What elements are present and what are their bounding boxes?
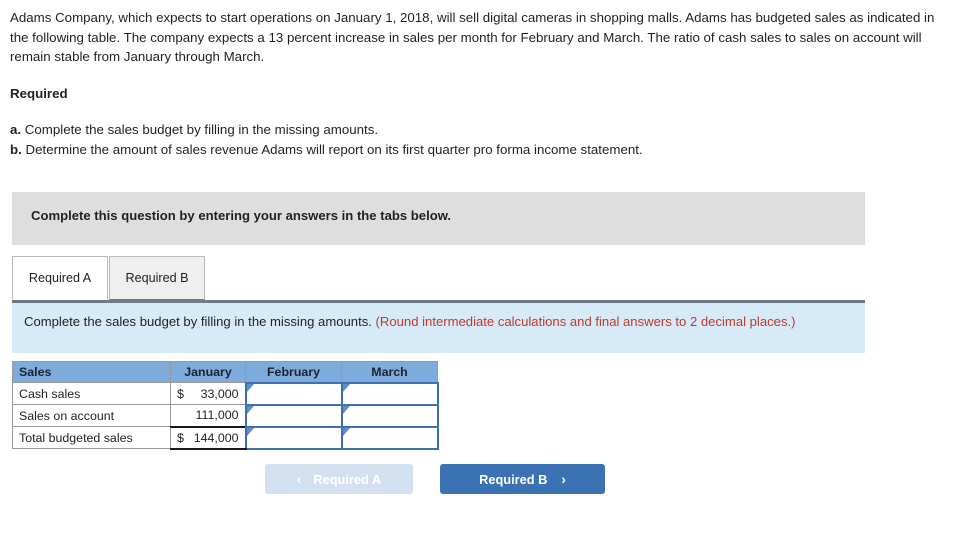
- column-header-sales: Sales: [12, 361, 171, 383]
- comment-flag-icon: [342, 405, 350, 414]
- column-header-january: January: [170, 361, 246, 383]
- required-item-b-marker: b.: [10, 141, 22, 157]
- comment-flag-icon: [246, 427, 254, 436]
- instruction-main: Complete the sales budget by filling in …: [24, 314, 372, 329]
- complete-question-banner: Complete this question by entering your …: [12, 192, 865, 245]
- required-item-a-text: Complete the sales budget by filling in …: [24, 122, 379, 137]
- input-total-budgeted-sales-february[interactable]: [244, 425, 343, 450]
- requirement-tabstrip: Required A Required B: [12, 256, 865, 301]
- question-page: Adams Company, which expects to start op…: [0, 0, 972, 554]
- required-heading: Required: [10, 86, 68, 101]
- table-row: Total budgeted sales $144,000: [12, 425, 439, 450]
- comment-flag-icon: [342, 383, 350, 392]
- chevron-left-icon: ‹: [296, 471, 302, 487]
- previous-requirement-button[interactable]: ‹ Required A: [265, 464, 413, 494]
- cell-cash-sales-january: $33,000: [170, 382, 246, 405]
- row-label-sales-on-account: Sales on account: [12, 404, 171, 427]
- sales-budget-table: Sales January February March Cash sales …: [12, 361, 439, 450]
- row-label-total-budgeted-sales: Total budgeted sales: [12, 426, 171, 449]
- next-requirement-label: Required B: [479, 471, 548, 487]
- complete-question-banner-text: Complete this question by entering your …: [31, 208, 452, 223]
- comment-flag-icon: [342, 427, 350, 436]
- tab-required-b[interactable]: Required B: [109, 256, 205, 300]
- column-header-march: March: [341, 361, 438, 383]
- input-sales-on-account-february[interactable]: [244, 403, 343, 428]
- comment-flag-icon: [246, 383, 254, 392]
- currency-symbol: $: [177, 386, 184, 401]
- required-item-a: a. Complete the sales budget by filling …: [10, 120, 910, 140]
- instruction-text: Complete the sales budget by filling in …: [12, 303, 865, 332]
- required-item-a-marker: a.: [10, 122, 22, 137]
- comment-flag-icon: [246, 405, 254, 414]
- required-item-b: b. Determine the amount of sales revenue…: [10, 140, 910, 160]
- tab-required-b-label: Required B: [125, 271, 189, 285]
- table-header-row: Sales January February March: [12, 361, 438, 383]
- cell-value: 111,000: [195, 408, 239, 423]
- cell-value: 33,000: [200, 386, 239, 401]
- cell-value: 144,000: [193, 430, 239, 445]
- row-label-cash-sales: Cash sales: [12, 382, 171, 405]
- sales-budget-table-head: Sales January February March: [12, 361, 438, 383]
- previous-requirement-label: Required A: [313, 471, 382, 487]
- instruction-rounding-note: (Round intermediate calculations and fin…: [375, 314, 796, 329]
- instruction-panel: Complete the sales budget by filling in …: [12, 301, 865, 353]
- required-item-b-text: Determine the amount of sales revenue Ad…: [25, 141, 643, 157]
- input-sales-on-account-march[interactable]: [340, 403, 439, 428]
- chevron-right-icon: ›: [561, 471, 566, 487]
- table-row: Sales on account 111,000: [12, 403, 439, 428]
- tab-required-a-label: Required A: [28, 271, 92, 285]
- required-items-list: a. Complete the sales budget by filling …: [10, 120, 910, 159]
- cell-total-budgeted-sales-january: $144,000: [170, 425, 246, 450]
- input-cash-sales-march[interactable]: [340, 381, 439, 406]
- input-cash-sales-february[interactable]: [244, 381, 343, 406]
- column-header-february: February: [245, 361, 342, 383]
- cell-sales-on-account-january: 111,000: [170, 404, 246, 427]
- next-requirement-button[interactable]: Required B ›: [440, 464, 605, 494]
- tab-required-a[interactable]: Required A: [12, 256, 108, 300]
- currency-symbol: $: [177, 430, 184, 445]
- table-row: Cash sales $33,000: [12, 381, 439, 406]
- question-intro-paragraph: Adams Company, which expects to start op…: [10, 10, 935, 64]
- requirement-nav-buttons: ‹ Required A Required B ›: [265, 464, 685, 498]
- sales-budget-table-body: Cash sales $33,000 Sales on account 111,…: [12, 381, 439, 450]
- input-total-budgeted-sales-march[interactable]: [340, 425, 439, 450]
